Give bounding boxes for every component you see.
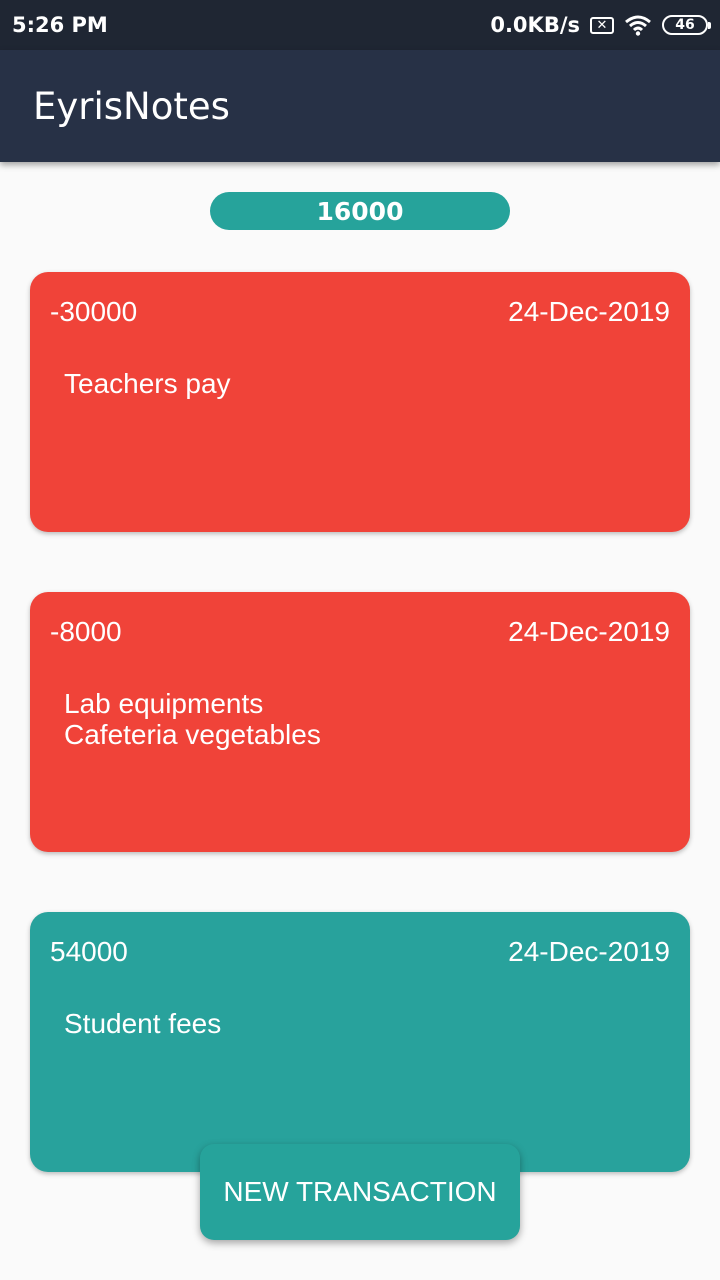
network-speed: 0.0KB/s [490, 13, 580, 37]
battery-level: 46 [675, 17, 695, 33]
new-transaction-button[interactable]: NEW TRANSACTION [200, 1144, 520, 1240]
description-line: Teachers pay [64, 368, 231, 399]
transaction-card[interactable]: -30000 24-Dec-2019 Teachers pay [30, 272, 690, 532]
status-bar: 5:26 PM 0.0KB/s ✕ 46 [0, 0, 720, 50]
status-indicators: 0.0KB/s ✕ 46 [490, 13, 711, 37]
wifi-icon [625, 15, 651, 36]
transaction-date: 24-Dec-2019 [508, 936, 670, 967]
balance-value: 16000 [316, 196, 404, 226]
app-title: EyrisNotes [33, 84, 230, 128]
transaction-description: Teachers pay [64, 368, 231, 399]
app-bar: EyrisNotes [0, 50, 720, 162]
transaction-amount: -8000 [50, 616, 122, 647]
battery-icon: 46 [662, 15, 711, 35]
transaction-description: Student fees [64, 1008, 221, 1039]
transaction-amount: -30000 [50, 296, 138, 327]
balance-badge: 16000 [210, 192, 510, 230]
status-time: 5:26 PM [12, 13, 108, 37]
sim-x-icon: ✕ [590, 16, 614, 34]
transaction-date: 24-Dec-2019 [508, 296, 670, 327]
transaction-description: Lab equipments Cafeteria vegetables [64, 688, 321, 750]
description-line: Cafeteria vegetables [64, 719, 321, 750]
description-line: Student fees [64, 1008, 222, 1039]
description-line: Lab equipments [64, 688, 264, 719]
transaction-date: 24-Dec-2019 [508, 616, 670, 647]
transaction-amount: 54000 [50, 936, 128, 967]
transaction-card[interactable]: 54000 24-Dec-2019 Student fees [30, 912, 690, 1172]
transaction-card[interactable]: -8000 24-Dec-2019 Lab equipments Cafeter… [30, 592, 690, 852]
